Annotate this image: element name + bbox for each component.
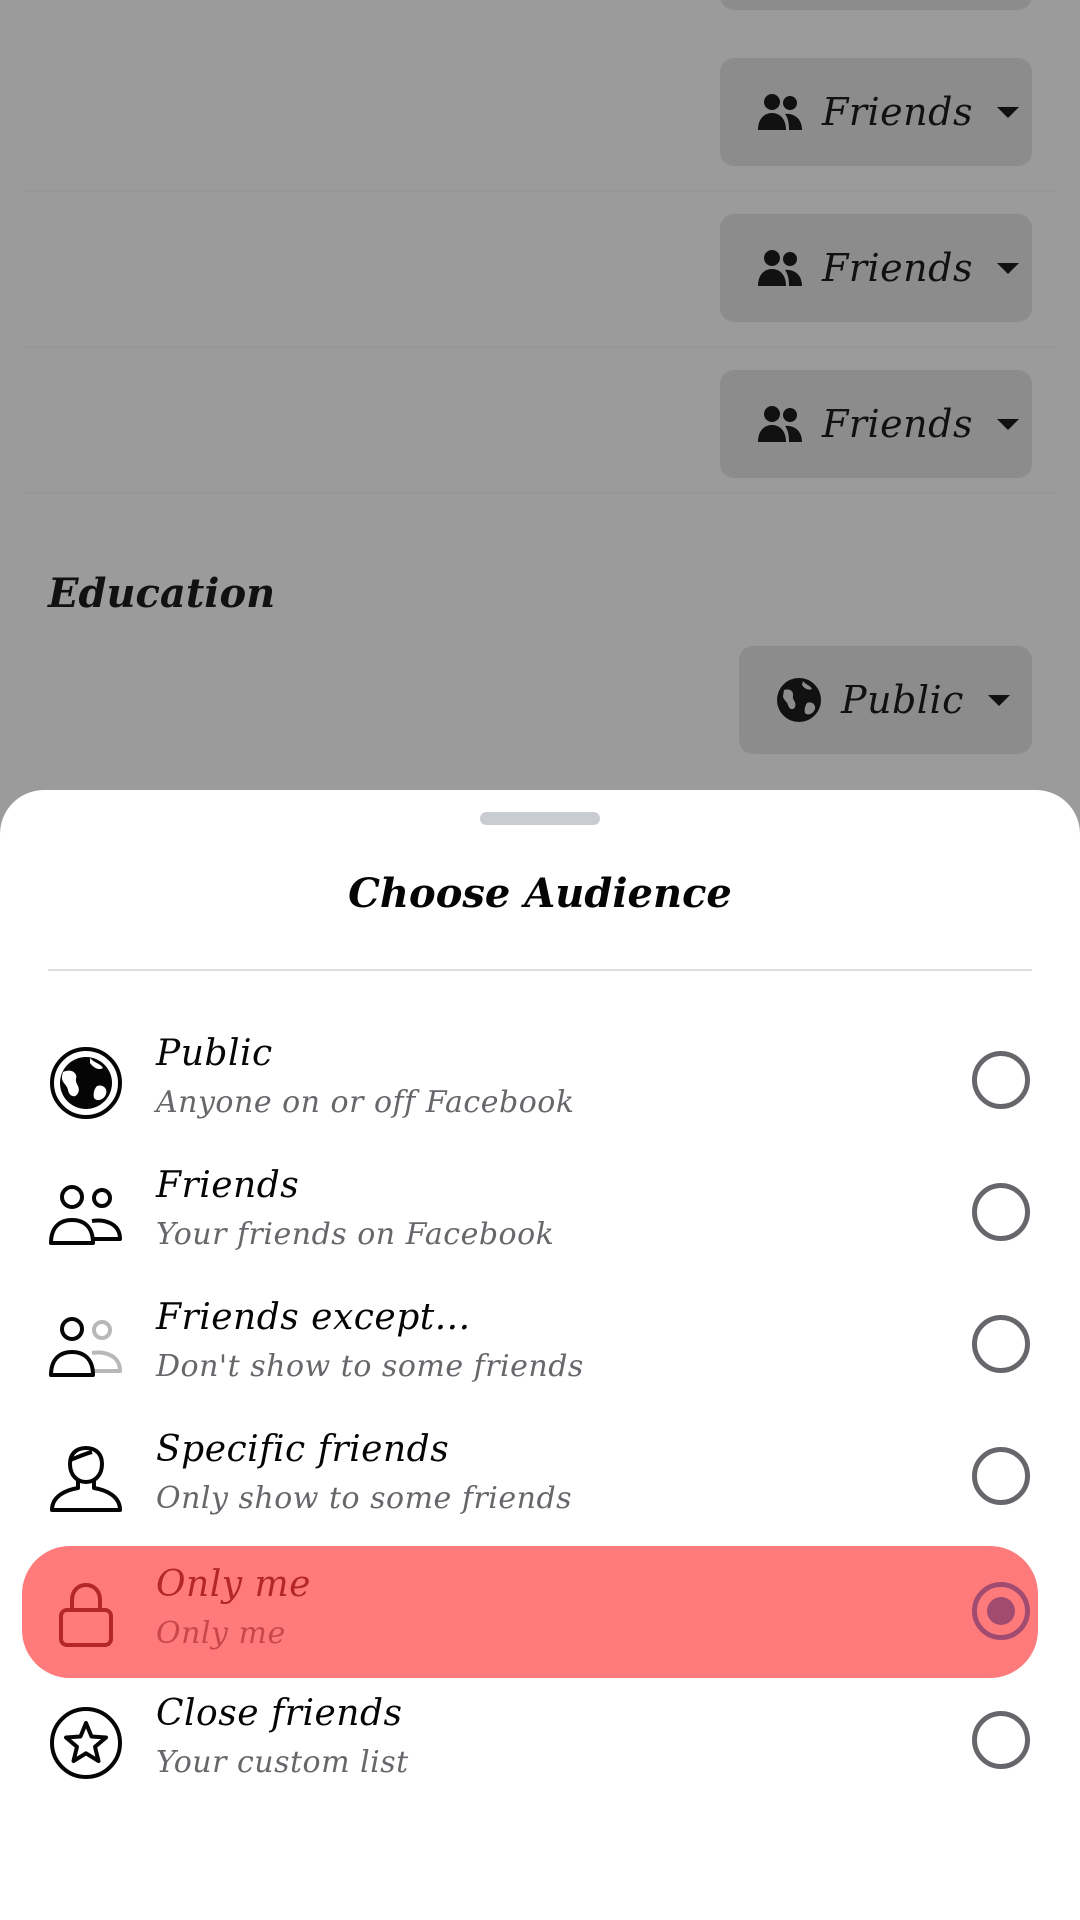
audience-button-label: Friends (822, 246, 973, 290)
friends-icon (756, 87, 804, 137)
sheet-title: Choose Audience (348, 870, 732, 917)
option-subtitle: Don't show to some friends (156, 1349, 584, 1384)
option-subtitle: Your friends on Facebook (156, 1217, 555, 1252)
caret-down-icon (987, 694, 1010, 706)
radio-button-selected[interactable] (972, 1582, 1030, 1640)
audience-button-friends-1[interactable]: Friends (720, 58, 1032, 166)
sheet-drag-handle[interactable] (480, 812, 600, 825)
person-icon (48, 1441, 124, 1517)
option-subtitle: Only me (156, 1616, 286, 1651)
option-friends[interactable]: Friends Your friends on Facebook (22, 1147, 1038, 1279)
audience-button-education-public[interactable]: Public (739, 646, 1032, 754)
option-title: Friends (156, 1165, 300, 1206)
divider (24, 492, 1056, 494)
section-title-education: Education (48, 570, 276, 617)
lock-icon (48, 1576, 124, 1652)
caret-down-icon (996, 262, 1019, 274)
divider (24, 190, 1056, 192)
globe-icon (775, 675, 823, 725)
audience-button-label: Friends (822, 402, 973, 446)
audience-button-label: Friends (822, 90, 973, 134)
radio-button[interactable] (972, 1315, 1030, 1373)
radio-button[interactable] (972, 1183, 1030, 1241)
caret-down-icon (996, 106, 1019, 118)
friends-icon (756, 243, 804, 293)
friends-except-icon (48, 1309, 124, 1385)
option-specific-friends[interactable]: Specific friends Only show to some frien… (22, 1411, 1038, 1543)
star-icon (48, 1705, 124, 1781)
divider (24, 346, 1056, 348)
option-close-friends[interactable]: Close friends Your custom list (22, 1675, 1038, 1807)
radio-button[interactable] (972, 1711, 1030, 1769)
radio-button[interactable] (972, 1447, 1030, 1505)
option-subtitle: Your custom list (156, 1745, 409, 1780)
friends-outline-icon (48, 1177, 124, 1253)
choose-audience-sheet: Choose Audience Public Anyone on or off … (0, 790, 1080, 1920)
audience-button-label: Public (841, 678, 964, 722)
friends-icon (756, 399, 804, 449)
option-subtitle: Anyone on or off Facebook (156, 1085, 575, 1120)
option-title: Specific friends (156, 1429, 450, 1470)
partial-audience-button[interactable] (720, 0, 1032, 10)
divider (48, 969, 1032, 971)
globe-icon (48, 1045, 124, 1121)
option-title: Public (156, 1033, 273, 1074)
option-title: Close friends (156, 1693, 403, 1734)
option-only-me[interactable]: Only me Only me (22, 1546, 1038, 1678)
option-title: Friends except... (156, 1297, 471, 1338)
option-subtitle: Only show to some friends (156, 1481, 573, 1516)
option-public[interactable]: Public Anyone on or off Facebook (22, 1015, 1038, 1147)
radio-button[interactable] (972, 1051, 1030, 1109)
option-title: Only me (156, 1564, 311, 1605)
caret-down-icon (996, 418, 1019, 430)
option-friends-except[interactable]: Friends except... Don't show to some fri… (22, 1279, 1038, 1411)
audience-button-friends-3[interactable]: Friends (720, 370, 1032, 478)
audience-button-friends-2[interactable]: Friends (720, 214, 1032, 322)
